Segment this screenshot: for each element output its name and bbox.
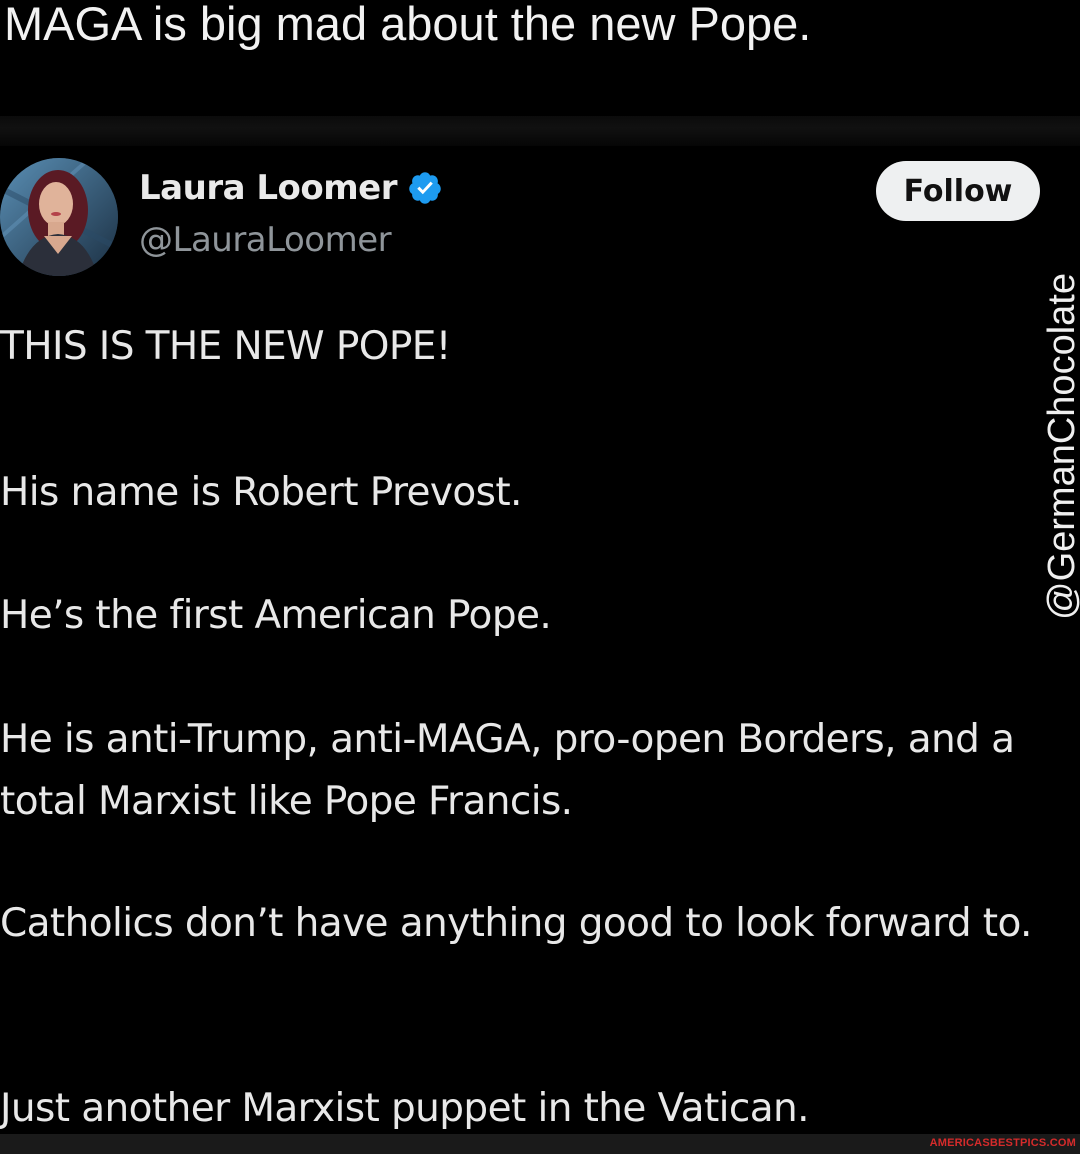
footer-bar <box>0 1134 1080 1154</box>
tweet-card: Laura Loomer @LauraLoomer Follow THIS IS… <box>0 146 1040 1136</box>
tweet-paragraph: Just another Marxist puppet in the Vatic… <box>0 1086 810 1131</box>
watermark-text: @GermanChocolate <box>1040 272 1080 620</box>
watermark: @GermanChocolate <box>1040 254 1080 638</box>
tweet-paragraph: Catholics don’t have anything good to lo… <box>0 901 1032 946</box>
author-name[interactable]: Laura Loomer <box>139 168 398 208</box>
verified-badge-icon <box>407 170 443 206</box>
divider <box>0 116 1080 146</box>
tweet-paragraph: He’s the first American Pope. <box>0 593 552 638</box>
tweet-paragraph: THIS IS THE NEW POPE! <box>0 324 451 369</box>
tweet-paragraph: He is anti-Trump, anti-MAGA, pro-open Bo… <box>0 717 1015 824</box>
tweet-paragraph: His name is Robert Prevost. <box>0 470 522 515</box>
post-caption: MAGA is big mad about the new Pope. <box>4 0 812 50</box>
author-name-row: Laura Loomer <box>139 168 443 208</box>
author-handle[interactable]: @LauraLoomer <box>139 220 392 260</box>
profile-photo-icon <box>0 158 118 276</box>
footer-credit: AMERICASBESTPICS.COM <box>929 1137 1076 1149</box>
follow-button[interactable]: Follow <box>876 161 1040 221</box>
avatar[interactable] <box>0 158 118 276</box>
